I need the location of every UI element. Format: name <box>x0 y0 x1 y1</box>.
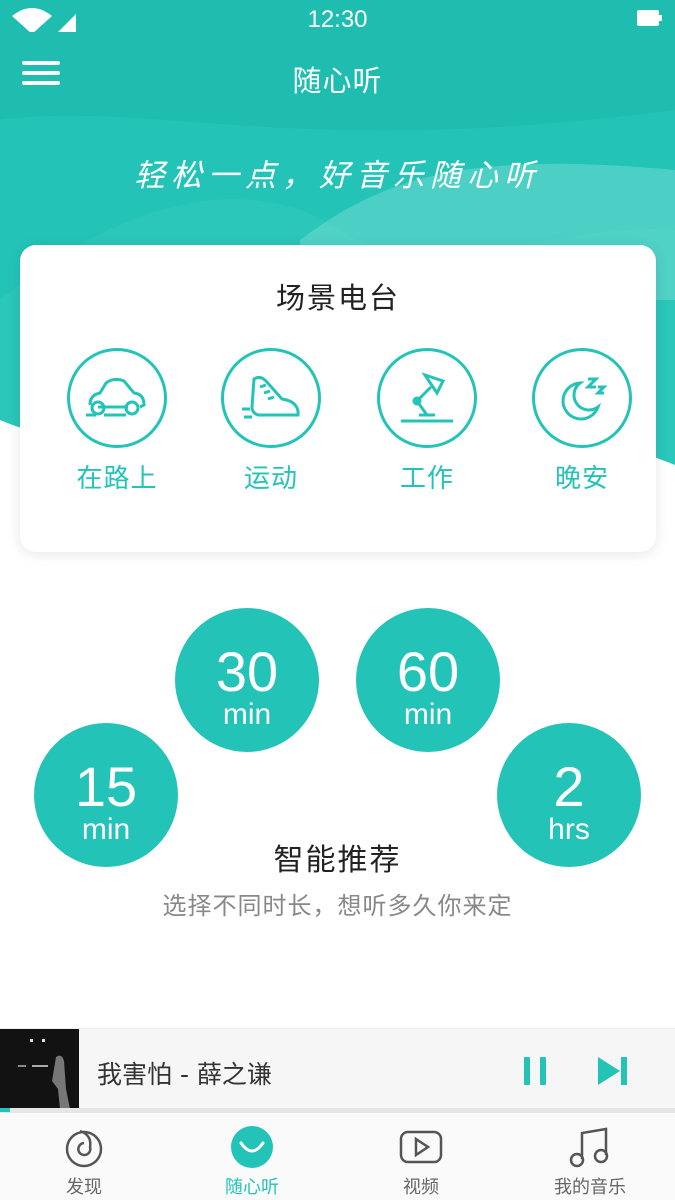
duration-unit: min <box>222 698 272 731</box>
scene-card-title: 场景电台 <box>275 281 400 315</box>
tab-discover[interactable]: 发现 <box>0 1113 168 1200</box>
scene-label: 在路上 <box>76 464 158 494</box>
smile-icon <box>231 1126 273 1168</box>
sneaker-icon <box>221 348 321 448</box>
moon-sleep-icon <box>532 348 632 448</box>
tab-my-music[interactable]: 我的音乐 <box>506 1113 674 1200</box>
mini-player[interactable]: 我害怕 - 薛之谦 <box>0 1028 675 1111</box>
tab-label: 我的音乐 <box>554 1177 626 1198</box>
duration-value: 60 <box>396 640 460 703</box>
tab-free-listen[interactable]: 随心听 <box>168 1113 336 1200</box>
pause-icon <box>524 1057 546 1085</box>
duration-60-min-button[interactable]: 60 min <box>356 608 500 752</box>
song-title: 我害怕 - 薛之谦 <box>97 1060 272 1089</box>
duration-30-min-button[interactable]: 30 min <box>175 608 319 752</box>
battery-icon <box>637 10 663 30</box>
scene-radio-card: 场景电台 在路上 运动 工作 晚安 <box>20 245 656 552</box>
scene-item-sport[interactable]: 运动 <box>211 348 331 495</box>
pause-button[interactable] <box>516 1051 556 1091</box>
status-time: 12:30 <box>307 6 368 33</box>
tab-video[interactable]: 视频 <box>337 1113 505 1200</box>
smart-recommend-title: 智能推荐 <box>273 843 402 878</box>
desk-lamp-icon <box>377 348 477 448</box>
skip-next-icon <box>598 1057 627 1085</box>
scene-label: 晚安 <box>554 464 609 494</box>
scene-label: 运动 <box>243 464 298 494</box>
duration-value: 2 <box>553 755 585 818</box>
discover-icon <box>65 1129 103 1168</box>
music-note-icon <box>569 1127 609 1168</box>
nav-bar: 随心听 <box>0 42 675 116</box>
scene-item-good-night[interactable]: 晚安 <box>522 348 642 495</box>
duration-value: 15 <box>74 755 138 818</box>
tab-label: 发现 <box>66 1177 102 1198</box>
car-icon <box>67 348 167 448</box>
scene-item-work[interactable]: 工作 <box>367 348 487 495</box>
duration-unit: min <box>403 698 453 731</box>
slogan: 轻松一点，好音乐随心听 <box>134 158 541 194</box>
smart-recommend-subtitle: 选择不同时长，想听多久你来定 <box>162 892 513 920</box>
status-bar: 12:30 <box>0 0 675 42</box>
tab-bar: 发现 随心听 视频 我的音乐 <box>0 1112 675 1200</box>
video-play-icon <box>399 1130 443 1164</box>
page-title: 随心听 <box>292 64 383 98</box>
tab-label: 随心听 <box>225 1177 279 1198</box>
tab-label: 视频 <box>403 1177 439 1198</box>
scene-item-on-the-road[interactable]: 在路上 <box>57 348 177 495</box>
duration-value: 30 <box>215 640 279 703</box>
scene-label: 工作 <box>399 464 454 494</box>
album-cover[interactable] <box>0 1029 79 1111</box>
next-track-button[interactable] <box>592 1051 632 1091</box>
